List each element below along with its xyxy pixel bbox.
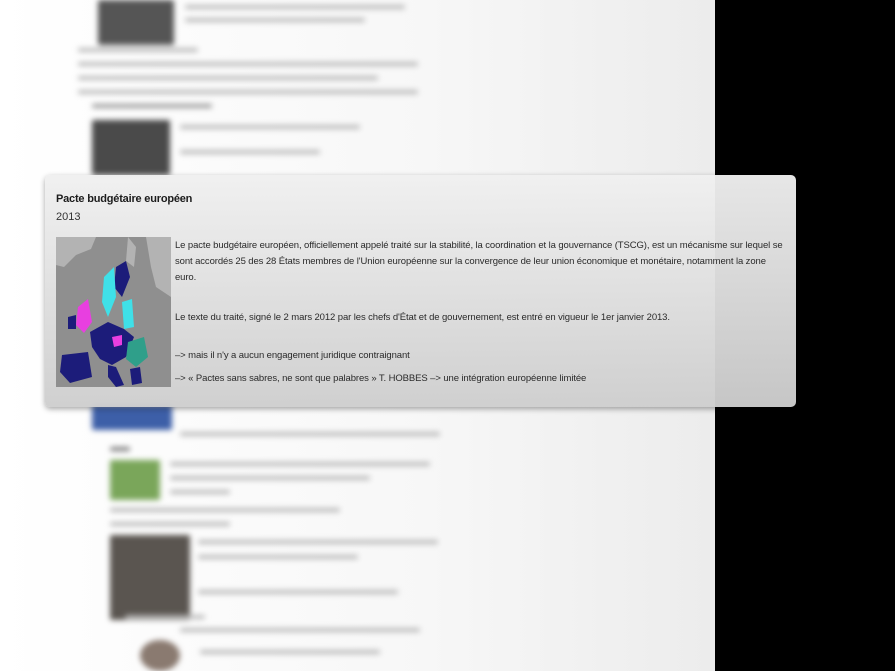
card-title: Pacte budgétaire européen — [56, 193, 193, 205]
blurred-line — [180, 150, 320, 154]
blurred-line — [198, 590, 398, 594]
blurred-thumbnail — [92, 405, 172, 430]
blurred-line — [92, 104, 212, 108]
blurred-line — [185, 18, 365, 22]
note-line: –> mais il n'y a aucun engagement juridi… — [175, 350, 410, 361]
blurred-line — [78, 76, 378, 80]
blurred-line — [198, 555, 358, 559]
europe-map-icon — [56, 237, 171, 387]
blurred-thumbnail — [110, 460, 160, 500]
blurred-thumbnail — [92, 120, 170, 175]
blurred-line — [78, 90, 418, 94]
blurred-line — [110, 508, 340, 512]
blurred-thumbnail — [110, 535, 190, 620]
blurred-line — [180, 628, 420, 632]
description-paragraph: Le pacte budgétaire européen, officielle… — [175, 240, 783, 283]
map-euro-zone — [122, 299, 134, 329]
blurred-line — [170, 490, 230, 494]
blurred-line — [110, 447, 130, 451]
map-signatory — [130, 367, 142, 385]
blurred-line — [185, 5, 405, 9]
card-description: Le pacte budgétaire européen, officielle… — [175, 238, 785, 387]
knowledge-card: Pacte budgétaire européen 2013 Le pacte … — [45, 175, 796, 407]
map-signatory — [68, 315, 76, 329]
blurred-thumbnail — [98, 0, 174, 45]
blurred-line — [170, 462, 430, 466]
note-line: –> « Pactes sans sabres, ne sont que pal… — [175, 373, 587, 384]
blurred-line — [125, 615, 205, 619]
blurred-line — [180, 432, 440, 436]
blurred-line — [200, 650, 380, 654]
blurred-line — [78, 48, 198, 52]
blurred-line — [170, 476, 370, 480]
card-year: 2013 — [56, 211, 81, 223]
blurred-line — [110, 522, 230, 526]
description-paragraph: Le texte du traité, signé le 2 mars 2012… — [175, 312, 670, 323]
blurred-line — [198, 540, 438, 544]
blurred-avatar — [140, 640, 180, 671]
blurred-line — [78, 62, 418, 66]
blurred-line — [180, 125, 360, 129]
